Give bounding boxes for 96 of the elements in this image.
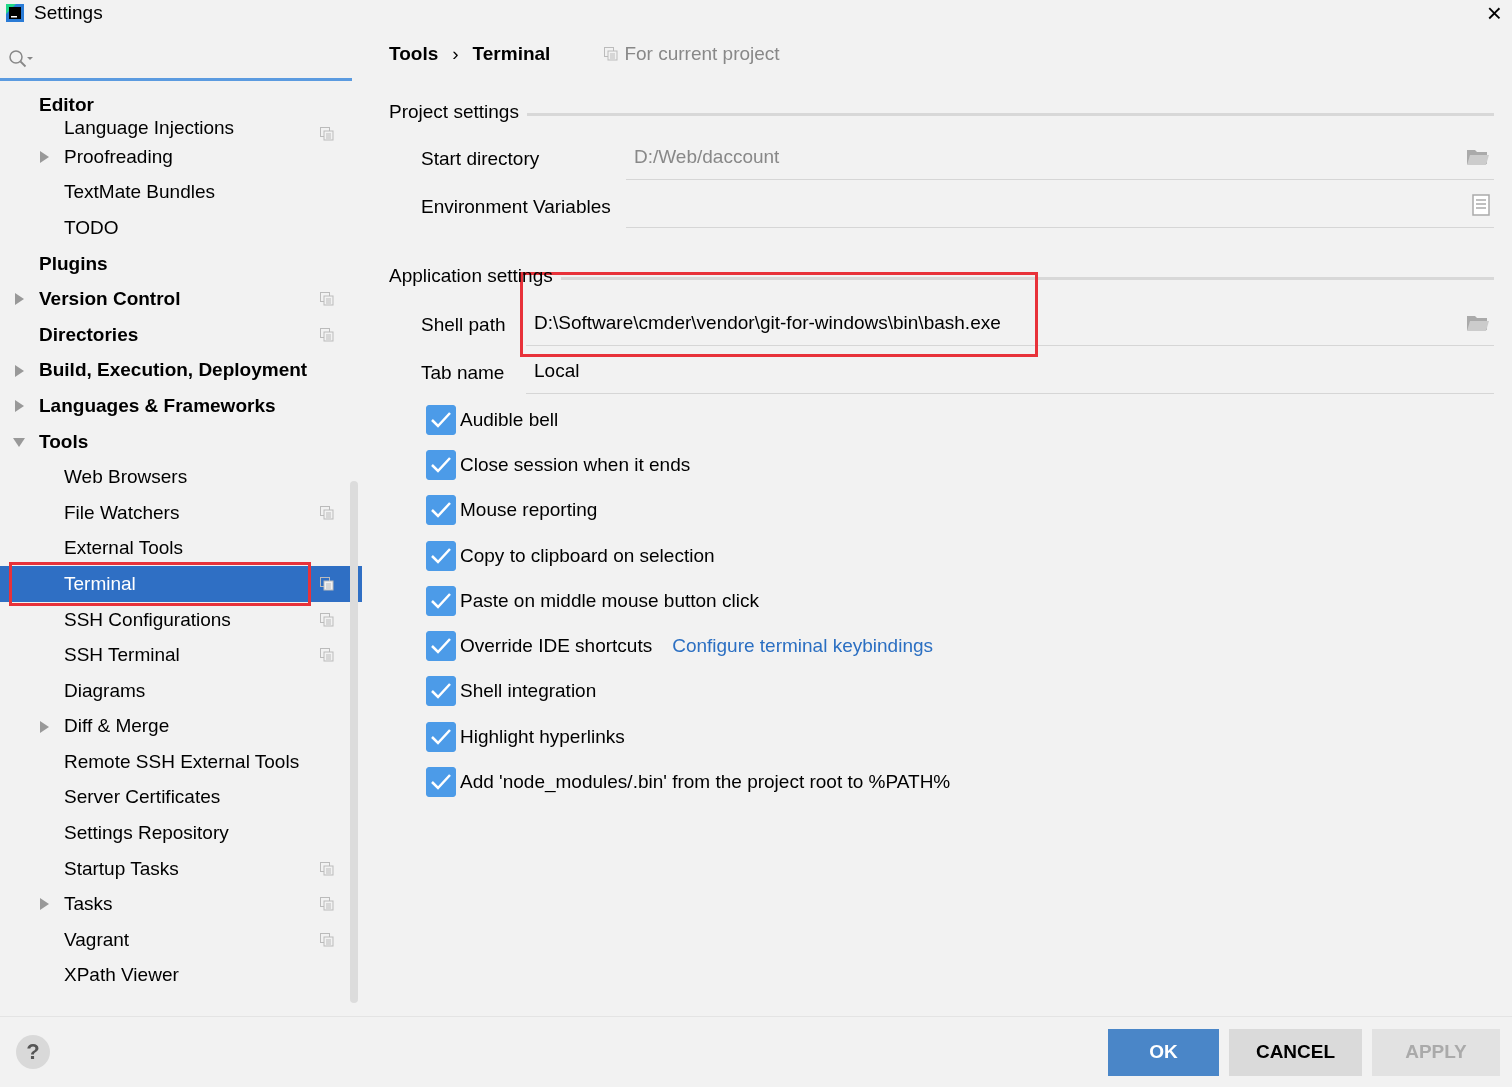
tree-item[interactable]: Server Certificates: [0, 779, 362, 816]
copy-icon: [320, 897, 334, 912]
field-label: Environment Variables: [421, 195, 612, 219]
tree-item[interactable]: Languages & Frameworks: [0, 388, 362, 424]
tree-item[interactable]: Build, Execution, Deployment: [0, 352, 362, 389]
checkbox-label[interactable]: Close session when it ends: [460, 453, 691, 476]
collapsed-arrow-icon[interactable]: [13, 293, 25, 306]
window-title: Settings: [34, 1, 103, 24]
checkmark-icon: [430, 682, 452, 701]
collapsed-arrow-icon[interactable]: [13, 364, 25, 377]
copy-icon: [320, 612, 334, 627]
checkbox[interactable]: [426, 540, 456, 571]
collapsed-arrow-icon[interactable]: [38, 898, 50, 911]
app-logo-icon: [6, 3, 24, 22]
checkmark-icon: [430, 591, 452, 610]
tree-item[interactable]: XPath Viewer: [0, 957, 362, 994]
field-label: Start directory: [421, 147, 541, 171]
tree-item[interactable]: TODO: [0, 210, 362, 246]
checkbox[interactable]: [426, 404, 456, 435]
scrollbar[interactable]: [350, 481, 358, 1003]
checkbox[interactable]: [426, 676, 456, 707]
section-title: Project settings: [389, 101, 519, 123]
field-label: Shell path: [421, 313, 507, 337]
tree-item[interactable]: File Watchers: [0, 494, 362, 531]
breadcrumb-separator: ›: [452, 43, 459, 65]
copy-icon: [320, 577, 334, 592]
checkbox[interactable]: [426, 495, 456, 526]
scope-label: For current project: [624, 43, 780, 65]
tree-item[interactable]: SSH Terminal: [0, 637, 362, 673]
tree-item[interactable]: Remote SSH External Tools: [0, 744, 362, 780]
folder-icon[interactable]: [1466, 314, 1490, 332]
copy-icon: [320, 292, 334, 307]
copy-icon: [320, 127, 334, 141]
copy-icon: [320, 861, 334, 876]
field-label: Tab name: [421, 361, 506, 385]
text-field[interactable]: D:\Software\cmder\vendor\git-for-windows\bin\bash.exe: [526, 301, 1494, 346]
checkbox-label[interactable]: Copy to clipboard on selection: [460, 544, 715, 567]
tree-item[interactable]: Directories: [0, 316, 362, 353]
checkmark-icon: [430, 501, 452, 520]
field-value: Local: [534, 360, 580, 382]
tree-item[interactable]: Tools: [0, 423, 362, 460]
checkbox-label[interactable]: Mouse reporting: [460, 499, 598, 522]
checkmark-icon: [430, 455, 452, 474]
tree-item[interactable]: Proofreading: [0, 139, 362, 175]
checkmark-icon: [430, 727, 452, 746]
tree-item[interactable]: Plugins: [0, 245, 362, 282]
dialog-button[interactable]: OK: [1108, 1028, 1219, 1076]
tree-item[interactable]: Vagrant: [0, 922, 362, 958]
document-icon[interactable]: [1472, 194, 1490, 216]
tree-item[interactable]: Version Control: [0, 281, 362, 317]
checkmark-icon: [430, 546, 452, 565]
copy-icon: [320, 327, 334, 342]
checkbox-label[interactable]: Highlight hyperlinks: [460, 725, 625, 748]
tree-item[interactable]: SSH Configurations: [0, 601, 362, 638]
checkmark-icon: [430, 410, 452, 429]
copy-icon: [604, 47, 619, 61]
text-field[interactable]: Local: [526, 349, 1494, 394]
tree-item[interactable]: Tasks: [0, 886, 362, 923]
checkbox-label[interactable]: Add 'node_modules/.bin' from the project root to %PATH%: [460, 771, 951, 793]
help-button[interactable]: ?: [16, 1035, 50, 1069]
checkbox-label[interactable]: Paste on middle mouse button click: [460, 589, 759, 612]
close-button[interactable]: ×: [1486, 0, 1502, 29]
tree-item[interactable]: TextMate Bundles: [0, 174, 362, 211]
collapsed-arrow-icon[interactable]: [13, 400, 25, 413]
tree-item[interactable]: Editor: [0, 93, 362, 116]
checkbox-label[interactable]: Shell integration: [460, 680, 597, 703]
tree-item[interactable]: Diagrams: [0, 672, 362, 709]
tree-item[interactable]: Web Browsers: [0, 459, 362, 495]
keybindings-link[interactable]: Configure terminal keybindings: [672, 635, 934, 658]
breadcrumb-item[interactable]: Tools: [389, 43, 439, 65]
tree-item[interactable]: External Tools: [0, 530, 362, 567]
checkbox[interactable]: [426, 585, 456, 616]
collapsed-arrow-icon[interactable]: [38, 720, 50, 733]
checkbox[interactable]: [426, 767, 456, 797]
dialog-button[interactable]: CANCEL: [1229, 1028, 1362, 1076]
copy-icon: [320, 648, 334, 663]
tree-item[interactable]: Language Injections: [0, 116, 362, 139]
field-value: D:\Software\cmder\vendor\git-for-windows\bin\bash.exe: [534, 312, 1001, 334]
checkbox[interactable]: [426, 631, 456, 662]
checkmark-icon: [430, 637, 452, 656]
tree-item[interactable]: Diff & Merge: [0, 708, 362, 745]
tree-item[interactable]: Settings Repository: [0, 815, 362, 851]
copy-icon: [320, 933, 334, 948]
search-icon: [8, 48, 34, 69]
checkmark-icon: [430, 773, 452, 791]
breadcrumb-item[interactable]: Terminal: [472, 43, 551, 65]
copy-icon: [320, 505, 334, 520]
checkbox[interactable]: [426, 721, 456, 752]
tree-item[interactable]: Startup Tasks: [0, 850, 362, 887]
checkbox-label[interactable]: Override IDE shortcuts: [460, 635, 653, 658]
folder-icon[interactable]: [1466, 148, 1490, 166]
field-value: D:/Web/daccount: [634, 146, 780, 168]
collapsed-arrow-icon[interactable]: [38, 151, 50, 163]
expanded-arrow-icon[interactable]: [13, 435, 25, 448]
checkbox-label[interactable]: Audible bell: [460, 408, 559, 431]
checkbox[interactable]: [426, 449, 456, 480]
